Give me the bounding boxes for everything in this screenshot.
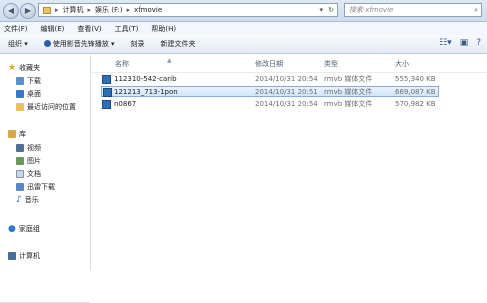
file-name: n0867 (114, 100, 137, 108)
video-file-icon (102, 100, 111, 109)
menu-edit[interactable]: 编辑(E) (41, 24, 65, 34)
forward-button[interactable]: ▶ (20, 3, 36, 19)
sidebar-item-downloads[interactable]: 下载 (16, 76, 41, 86)
video-file-icon (103, 88, 112, 97)
file-date: 2014/10/31 20:51 (255, 88, 318, 96)
documents-icon (16, 170, 24, 178)
menu-bar: 文件(F) 编辑(E) 查看(V) 工具(T) 帮助(H) (0, 22, 487, 35)
computer-icon (8, 252, 16, 260)
recent-places-icon (16, 103, 24, 111)
sidebar-label: 库 (19, 130, 26, 138)
column-header-type[interactable]: 类型 (324, 59, 338, 71)
star-icon: ★ (8, 63, 17, 73)
sidebar-item-thunder[interactable]: 迅雷下载 (16, 182, 55, 192)
menu-tools[interactable]: 工具(T) (115, 24, 139, 34)
help-icon[interactable]: ? (476, 38, 481, 48)
column-header-date[interactable]: 修改日期 (255, 59, 283, 71)
folder-icon (43, 6, 51, 14)
menu-help[interactable]: 帮助(H) (151, 24, 176, 34)
menu-file[interactable]: 文件(F) (4, 24, 28, 34)
column-header-name[interactable]: 名称 (115, 59, 129, 71)
breadcrumb-separator-icon: ▸ (126, 6, 131, 14)
music-icon: ♪ (16, 195, 22, 205)
sidebar-item-favorites[interactable]: ★ 收藏夹 (8, 63, 40, 73)
breadcrumb-separator-icon: ▸ (55, 6, 59, 14)
sidebar-label: 收藏夹 (19, 64, 41, 72)
address-input[interactable]: ▸ 计算机 ▸ 娱乐 (F:) ▸ xfmovie ▾ ↻ (38, 3, 338, 17)
file-date: 2014/10/31 20:54 (255, 100, 318, 108)
file-name: 112310-542-carib (114, 75, 177, 83)
file-type: rmvb 媒体文件 (324, 100, 373, 108)
thunder-download-icon (16, 183, 24, 191)
address-bar-region: ◀ ▶ ▸ 计算机 ▸ 娱乐 (F:) ▸ xfmovie ▾ ↻ 搜索 xfm… (0, 0, 487, 22)
sidebar-label: 家庭组 (18, 225, 40, 233)
sidebar-item-pictures[interactable]: 图片 (16, 156, 41, 166)
sidebar-label: 迅雷下载 (27, 183, 55, 191)
sidebar-label: 视频 (27, 144, 41, 152)
pictures-icon (16, 157, 24, 165)
search-icon[interactable]: ⌕ (474, 4, 478, 16)
address-dropdown-icon[interactable]: ▾ (319, 6, 323, 14)
file-size: 555,340 KB (395, 75, 436, 83)
sidebar-item-computer[interactable]: 计算机 (8, 251, 40, 261)
breadcrumb-drive[interactable]: 娱乐 (F:) (95, 5, 123, 15)
sidebar-item-desktop[interactable]: 桌面 (16, 89, 41, 99)
breadcrumb-folder[interactable]: xfmovie (134, 6, 162, 14)
sidebar-item-music[interactable]: ♪ 音乐 (16, 195, 39, 205)
sidebar-item-documents[interactable]: 文档 (16, 169, 41, 179)
sidebar-item-video[interactable]: 视频 (16, 143, 41, 153)
burn-button[interactable]: 刻录 (131, 39, 145, 49)
desktop-icon (16, 90, 24, 98)
breadcrumb-separator-icon: ▸ (87, 6, 92, 14)
sidebar-label: 下载 (27, 77, 41, 85)
file-size: 669,087 KB (395, 88, 436, 96)
download-folder-icon (16, 77, 24, 85)
sidebar-label: 图片 (27, 157, 41, 165)
video-icon (16, 144, 24, 152)
play-label: 使用影音先锋播放 ▾ (52, 40, 115, 48)
sidebar-item-homegroup[interactable]: ● 家庭组 (8, 224, 40, 234)
menu-view[interactable]: 查看(V) (77, 24, 101, 34)
play-button[interactable]: 使用影音先锋播放 ▾ (43, 39, 115, 49)
play-icon (43, 40, 51, 47)
video-file-icon (102, 75, 111, 84)
refresh-icon[interactable]: ↻ (328, 6, 334, 14)
sidebar-label: 音乐 (24, 196, 39, 204)
sort-arrow-icon: ▲ (167, 57, 172, 64)
breadcrumb-computer[interactable]: 计算机 (63, 5, 84, 15)
new-folder-button[interactable]: 新建文件夹 (161, 39, 196, 49)
back-button[interactable]: ◀ (3, 3, 19, 19)
navigation-pane: ★ 收藏夹 下载 桌面 最近访问的位置 库 视频 图片 文档 迅雷下载 ♪ 音乐… (0, 55, 91, 303)
file-list: 名称 ▲ 修改日期 类型 大小 112310-542-carib 2014/10… (91, 55, 487, 270)
column-header-size[interactable]: 大小 (395, 59, 409, 71)
toolbar-right-icons: ☷▾ ▣ ? (439, 38, 481, 48)
file-row[interactable]: 112310-542-carib 2014/10/31 20:54 rmvb 媒… (101, 74, 439, 85)
view-options-icon[interactable]: ☷▾ (439, 38, 452, 48)
preview-pane-icon[interactable]: ▣ (460, 38, 469, 48)
library-icon (8, 130, 16, 138)
file-date: 2014/10/31 20:54 (255, 75, 318, 83)
file-type: rmvb 媒体文件 (324, 75, 373, 83)
file-size: 570,982 KB (395, 100, 436, 108)
homegroup-icon: ● (8, 224, 16, 234)
file-name: 121213_713-1pon (114, 88, 178, 96)
file-row[interactable]: n0867 2014/10/31 20:54 rmvb 媒体文件 570,982… (101, 99, 439, 110)
file-row-selected[interactable]: 121213_713-1pon 2014/10/31 20:51 rmvb 媒体… (101, 86, 439, 97)
file-type: rmvb 媒体文件 (324, 88, 373, 96)
command-bar: 组织 ▾ 使用影音先锋播放 ▾ 刻录 新建文件夹 ☷▾ ▣ ? (0, 35, 487, 54)
sidebar-item-library[interactable]: 库 (8, 129, 26, 139)
sidebar-item-recent[interactable]: 最近访问的位置 (16, 102, 76, 112)
sidebar-label: 桌面 (27, 90, 41, 98)
sidebar-label: 最近访问的位置 (27, 103, 76, 111)
sidebar-label: 文档 (27, 170, 41, 178)
sidebar-label: 计算机 (19, 252, 40, 260)
organize-button[interactable]: 组织 ▾ (8, 39, 28, 49)
search-placeholder: 搜索 xfmovie (349, 6, 394, 14)
header-divider (91, 72, 487, 73)
search-input[interactable]: 搜索 xfmovie ⌕ (344, 3, 482, 17)
